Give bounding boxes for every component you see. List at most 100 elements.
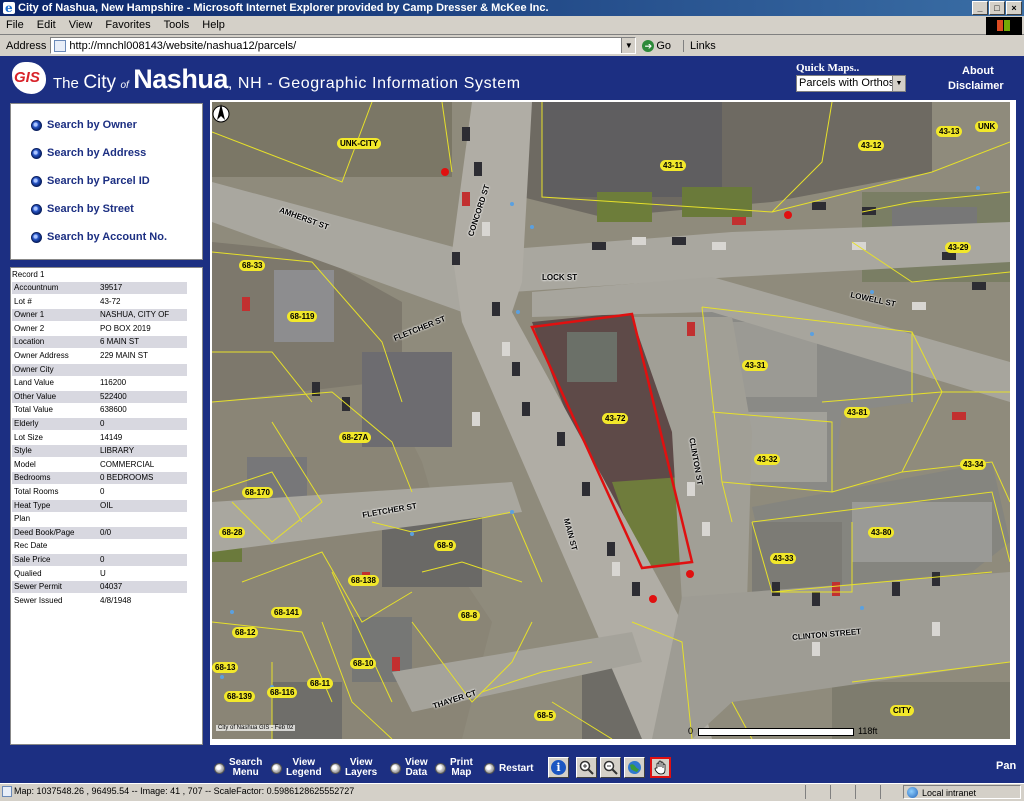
zoom-in-button[interactable]	[576, 757, 597, 778]
record-field-label: Sale Price	[14, 555, 51, 564]
menu-tools[interactable]: Tools	[164, 19, 190, 31]
record-row: Sewer Permit 04037	[12, 581, 187, 594]
address-dropdown-icon[interactable]: ▼	[621, 38, 636, 53]
parcel-label[interactable]: 68-27A	[339, 432, 372, 443]
radio-icon	[31, 119, 42, 131]
parcel-label[interactable]: 68-13	[212, 662, 239, 673]
parcel-label[interactable]: 68-33	[239, 260, 266, 271]
parcel-label[interactable]: 43-13	[936, 126, 963, 137]
parcel-label[interactable]: 43-80	[868, 527, 895, 538]
record-row: Sale Price 0	[12, 554, 187, 566]
close-button[interactable]: ×	[1006, 1, 1022, 15]
security-zone: Local intranet	[903, 785, 1021, 799]
record-field-label: Owner Address	[14, 351, 69, 360]
parcel-label[interactable]: 68-141	[271, 607, 302, 618]
record-field-value: NASHUA, CITY OF	[100, 310, 170, 320]
parcel-label[interactable]: 68-11	[307, 678, 334, 689]
pan-button[interactable]	[650, 757, 671, 778]
parcel-label[interactable]: 68-8	[458, 610, 481, 621]
record-field-value: 0	[100, 419, 105, 428]
map-canvas[interactable]: UNK-CITY 43-11 43-12 43-13 UNK 43-29 68-…	[212, 102, 1010, 739]
radio-icon	[435, 762, 446, 774]
menu-view[interactable]: View	[69, 19, 93, 31]
zoom-out-button[interactable]	[600, 757, 621, 778]
radio-icon	[214, 762, 225, 774]
scale-start: 0	[688, 726, 694, 736]
parcel-label[interactable]: 68-28	[219, 527, 246, 538]
record-field-label: Bedrooms	[14, 473, 51, 483]
disclaimer-link[interactable]: Disclaimer	[948, 80, 1004, 92]
menu-edit[interactable]: Edit	[37, 19, 56, 31]
view-legend-button[interactable]: View Legend	[271, 758, 322, 778]
parcel-label[interactable]: UNK	[975, 121, 999, 132]
parcel-label[interactable]: CITY	[890, 705, 915, 716]
parcel-label[interactable]: 43-11	[660, 160, 687, 171]
identify-button[interactable]: i	[548, 757, 569, 778]
zoom-out-icon	[603, 760, 618, 775]
parcel-label[interactable]: 43-29	[945, 242, 972, 253]
parcel-label[interactable]: UNK-CITY	[337, 138, 382, 149]
parcel-label[interactable]: 68-116	[267, 687, 298, 698]
menu-help[interactable]: Help	[202, 19, 225, 31]
search-by-parcel-id[interactable]: Search by Parcel ID	[31, 175, 150, 187]
restart-button[interactable]: Restart	[484, 763, 533, 774]
record-field-value: 43-72	[100, 296, 121, 306]
info-icon: i	[551, 760, 566, 775]
record-field-label: Owner 2	[14, 323, 45, 333]
ie-icon	[3, 0, 15, 16]
record-row: Other Value 522400	[12, 390, 187, 403]
search-by-owner[interactable]: Search by Owner	[31, 119, 137, 131]
menu-favorites[interactable]: Favorites	[105, 19, 150, 31]
view-data-button[interactable]: View Data	[390, 758, 428, 778]
parcel-label[interactable]: 68-9	[434, 540, 457, 551]
search-menu-button[interactable]: Search Menu	[214, 758, 262, 778]
parcel-label[interactable]: 43-31	[742, 360, 769, 371]
go-arrow-icon: ➔	[642, 39, 655, 52]
parcel-label[interactable]: 68-138	[348, 575, 379, 586]
parcel-label[interactable]: 68-170	[242, 487, 273, 498]
record-row: Owner 2 PO BOX 2019	[12, 323, 187, 335]
record-field-value: 116200	[100, 378, 127, 388]
menu-file[interactable]: File	[6, 19, 24, 31]
parcel-label[interactable]: 43-81	[844, 407, 871, 418]
address-input[interactable]: http://mnchl008143/website/nashua12/parc…	[50, 37, 637, 54]
links-button[interactable]: Links	[683, 39, 716, 52]
parcel-label[interactable]: 68-119	[287, 311, 318, 322]
parcel-label[interactable]: 68-12	[232, 627, 259, 638]
record-field-label: Owner 1	[14, 310, 45, 320]
address-label: Address	[6, 39, 47, 52]
parcel-label[interactable]: 68-5	[534, 710, 557, 721]
record-row: Owner 1 NASHUA, CITY OF	[12, 309, 187, 322]
parcel-label[interactable]: 68-139	[224, 691, 255, 702]
record-field-value: LIBRARY	[100, 446, 135, 456]
parcel-label[interactable]: 43-32	[754, 454, 781, 465]
address-url: http://mnchl008143/website/nashua12/parc…	[69, 39, 297, 52]
full-extent-button[interactable]	[624, 757, 645, 778]
maximize-button[interactable]: □	[989, 1, 1005, 15]
parcel-label[interactable]: 43-72	[602, 413, 629, 424]
record-row: Accountnum 39517	[12, 282, 187, 294]
search-by-address[interactable]: Search by Address	[31, 147, 146, 159]
quick-maps-select[interactable]: Parcels with Orthos ▼	[796, 75, 906, 92]
parcel-label[interactable]: 68-10	[350, 658, 377, 669]
radio-icon	[271, 762, 282, 774]
status-text: Map: 1037548.26 , 96495.54 -- Image: 41 …	[14, 786, 355, 796]
record-field-value: 4/8/1948	[100, 595, 132, 605]
quick-maps-label: Quick Maps..	[796, 62, 860, 74]
view-layers-button[interactable]: View Layers	[330, 758, 377, 778]
record-field-value: 638600	[100, 405, 127, 415]
search-by-street[interactable]: Search by Street	[31, 203, 134, 215]
about-link[interactable]: About	[962, 65, 994, 77]
scale-end: 118ft	[858, 726, 878, 736]
search-by-account[interactable]: Search by Account No.	[31, 231, 167, 243]
globe-icon	[907, 787, 918, 798]
record-row: Plan	[12, 513, 187, 525]
radio-icon	[31, 147, 42, 159]
print-map-button[interactable]: Print Map	[435, 758, 473, 778]
parcel-label[interactable]: 43-12	[858, 140, 885, 151]
go-button[interactable]: ➔ Go	[642, 39, 671, 52]
parcel-label[interactable]: 43-33	[770, 553, 797, 564]
record-row: Elderly 0	[12, 418, 187, 430]
minimize-button[interactable]: _	[972, 1, 988, 15]
parcel-label[interactable]: 43-34	[960, 459, 987, 470]
